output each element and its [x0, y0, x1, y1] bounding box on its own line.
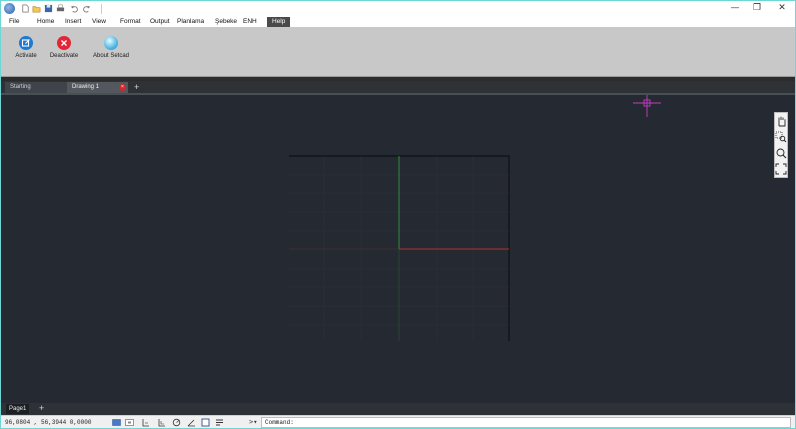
undo-icon[interactable]	[70, 4, 79, 13]
add-tab-button[interactable]: +	[134, 82, 139, 93]
coordinate-readout: 96,0804 , 56,3944 0,0000	[5, 419, 92, 426]
about-setcad-button[interactable]: About Setcad	[89, 36, 133, 59]
menu-insert[interactable]: Insert	[65, 18, 81, 27]
activate-icon	[19, 36, 33, 50]
command-prompt-icon: >▾	[249, 418, 258, 426]
menu-file[interactable]: File	[9, 18, 19, 27]
pan-hand-icon[interactable]	[775, 115, 787, 129]
status-bar: 96,0804 , 56,3944 0,0000 >▾ Command:	[1, 415, 795, 428]
deactivate-button[interactable]: Deactivate	[42, 36, 86, 59]
new-file-icon[interactable]	[21, 4, 30, 13]
zoom-extents-icon[interactable]	[775, 163, 787, 177]
menu-sebeke[interactable]: Şebeke	[215, 18, 237, 27]
tab-starting-label: Starting	[10, 84, 31, 90]
canvas-graphics	[289, 95, 661, 341]
zoom-realtime-icon[interactable]	[775, 147, 787, 161]
print-icon[interactable]	[56, 4, 65, 13]
snap-toggle-icon[interactable]	[125, 418, 134, 427]
tab-drawing-1-label: Drawing 1	[72, 84, 100, 90]
add-page-button[interactable]: +	[39, 403, 44, 414]
tab-page1[interactable]: Page1	[6, 404, 30, 414]
save-icon[interactable]	[44, 4, 53, 13]
command-line-input[interactable]: Command:	[261, 417, 791, 428]
ortho-toggle-icon[interactable]	[141, 418, 150, 427]
menu-help[interactable]: Help	[267, 17, 291, 27]
polar-tracking-icon[interactable]	[157, 418, 166, 427]
about-setcad-label: About Setcad	[92, 53, 130, 59]
drawing-canvas[interactable]	[1, 95, 795, 403]
title-bar: — ❐ ✕	[1, 1, 795, 17]
grid-toggle-icon[interactable]	[112, 418, 121, 427]
object-snap-icon[interactable]	[172, 418, 181, 427]
view-toolbar	[774, 112, 788, 178]
command-label: Command:	[265, 419, 294, 426]
menu-view[interactable]: View	[92, 18, 106, 27]
crosshair-cursor	[633, 95, 661, 117]
open-folder-icon[interactable]	[32, 4, 41, 13]
menu-home[interactable]: Home	[37, 18, 54, 27]
menu-enh[interactable]: ENH	[243, 18, 257, 27]
application-window: — ❐ ✕ File Home Insert View Format Outpu…	[0, 0, 796, 429]
redo-icon[interactable]	[82, 4, 91, 13]
line-weight-icon[interactable]	[215, 418, 224, 427]
close-icon[interactable]: ✕	[769, 1, 795, 17]
quick-access-separator	[101, 4, 102, 14]
menu-format[interactable]: Format	[120, 18, 141, 27]
menu-planlama[interactable]: Planlama	[177, 18, 204, 27]
selection-mode-icon[interactable]	[201, 418, 210, 427]
tab-close-icon[interactable]: ×	[119, 84, 126, 91]
about-globe-icon	[104, 36, 118, 50]
ribbon-panel: Activate Deactivate About Setcad	[1, 27, 795, 77]
zoom-window-icon[interactable]	[775, 131, 787, 145]
restore-icon[interactable]: ❐	[744, 1, 770, 17]
deactivate-icon	[57, 36, 71, 50]
layout-tab-bar: Page1 +	[1, 403, 795, 415]
app-logo-icon[interactable]	[4, 3, 15, 14]
deactivate-label: Deactivate	[49, 53, 79, 59]
menu-output[interactable]: Output	[150, 18, 170, 27]
menu-bar: File Home Insert View Format Output Plan…	[1, 17, 795, 27]
angle-tracking-icon[interactable]	[187, 418, 196, 427]
